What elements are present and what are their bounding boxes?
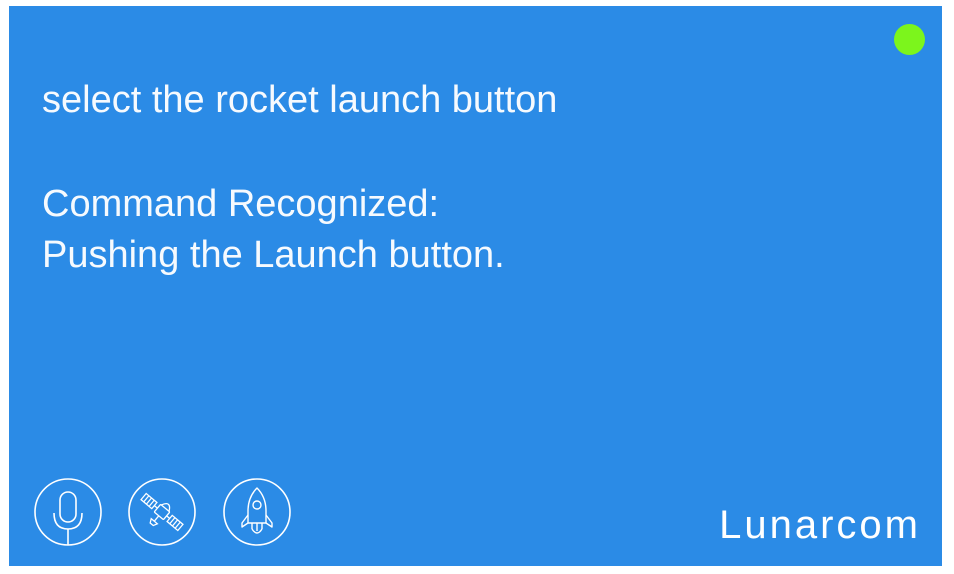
satellite-icon: [128, 478, 196, 546]
microphone-icon: [34, 478, 102, 546]
satellite-button[interactable]: [127, 477, 197, 547]
rocket-launch-button[interactable]: [222, 477, 292, 547]
rocket-icon: [223, 478, 291, 546]
brand-logo: Lunarcom: [719, 503, 921, 547]
voice-query-text: select the rocket launch button: [42, 79, 558, 121]
command-action-text: Pushing the Launch button.: [42, 234, 505, 276]
microphone-button[interactable]: [33, 477, 103, 547]
lunarcom-panel: select the rocket launch button Command …: [9, 6, 942, 566]
status-indicator: [894, 24, 925, 55]
command-recognized-label: Command Recognized:: [42, 183, 440, 225]
